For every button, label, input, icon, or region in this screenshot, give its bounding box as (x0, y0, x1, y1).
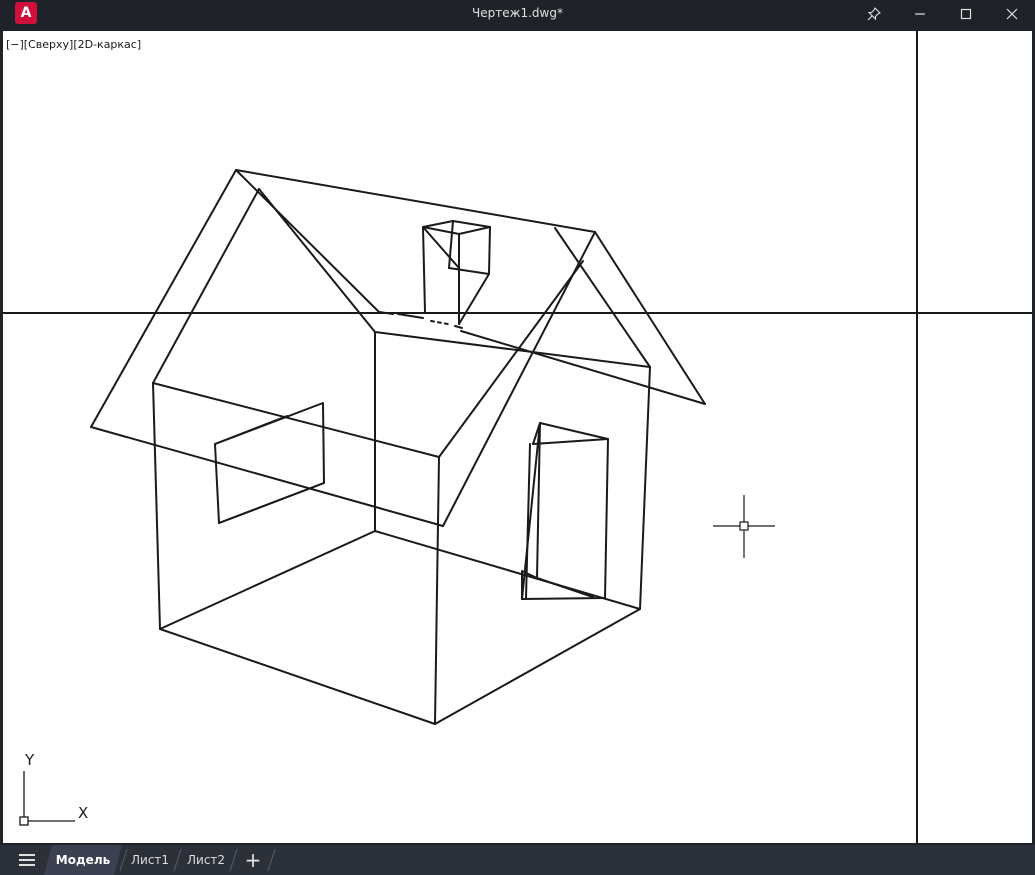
tab-layout2[interactable]: Лист2 (187, 845, 225, 875)
chimney-inner (448, 267, 490, 325)
chimney-edge-3 (488, 226, 491, 275)
crosshair-cursor-icon (713, 495, 775, 558)
tab-separator (119, 849, 128, 871)
wall-top-front-left (152, 382, 440, 458)
door-leaf-edge (532, 438, 609, 445)
roof-edge-left (90, 169, 237, 428)
gable-left-front (152, 188, 260, 384)
maximize-icon (960, 8, 972, 19)
title-bar: A Чертеж1.dwg* (0, 0, 1035, 27)
house-wireframe-drawing[interactable] (3, 31, 1032, 843)
layout-menu-button[interactable] (12, 851, 42, 869)
window-left-frame (214, 402, 325, 524)
chimney-base-2 (397, 313, 424, 319)
close-icon (1006, 8, 1018, 19)
ucs-y-label: Y (25, 751, 35, 769)
chimney-base-dashed (430, 320, 449, 325)
pin-icon (867, 6, 881, 20)
pin-button[interactable] (851, 0, 897, 27)
layout-tab-bar: Модель Лист1 Лист2 + (0, 845, 1035, 875)
model-viewport[interactable]: [−][Сверху][2D-каркас] Y X (3, 31, 1032, 843)
minimize-icon (915, 12, 925, 15)
roof-front-slope (442, 231, 596, 527)
tab-model[interactable]: Модель (44, 845, 122, 875)
roof-eave-front (90, 426, 444, 527)
wall-top-back-right (374, 331, 651, 368)
door-frame (521, 422, 609, 600)
close-button[interactable] (989, 0, 1035, 27)
maximize-button[interactable] (943, 0, 989, 27)
wall-edge-right (639, 366, 651, 610)
chimney-base-3 (454, 325, 463, 329)
roof-eave-back (460, 330, 706, 405)
wall-edge-front (434, 456, 440, 725)
chimney-edge-1 (422, 226, 426, 313)
minimize-button[interactable] (897, 0, 943, 27)
add-layout-button[interactable]: + (243, 845, 263, 875)
door-leaf-bottom (536, 577, 594, 598)
chimney-top (422, 220, 491, 235)
ucs-icon (19, 771, 75, 826)
house-floor (159, 530, 641, 725)
tab-separator (173, 849, 182, 871)
wall-edge-left (152, 382, 161, 630)
tab-separator (267, 849, 276, 871)
hamburger-icon (19, 854, 35, 866)
window-left-bottom (218, 482, 325, 524)
tab-layout1[interactable]: Лист1 (131, 845, 169, 875)
viewport-controls-label[interactable]: [−][Сверху][2D-каркас] (6, 38, 141, 51)
window-left-top (214, 415, 288, 445)
tab-separator (229, 849, 238, 871)
ucs-x-label: X (78, 804, 89, 822)
